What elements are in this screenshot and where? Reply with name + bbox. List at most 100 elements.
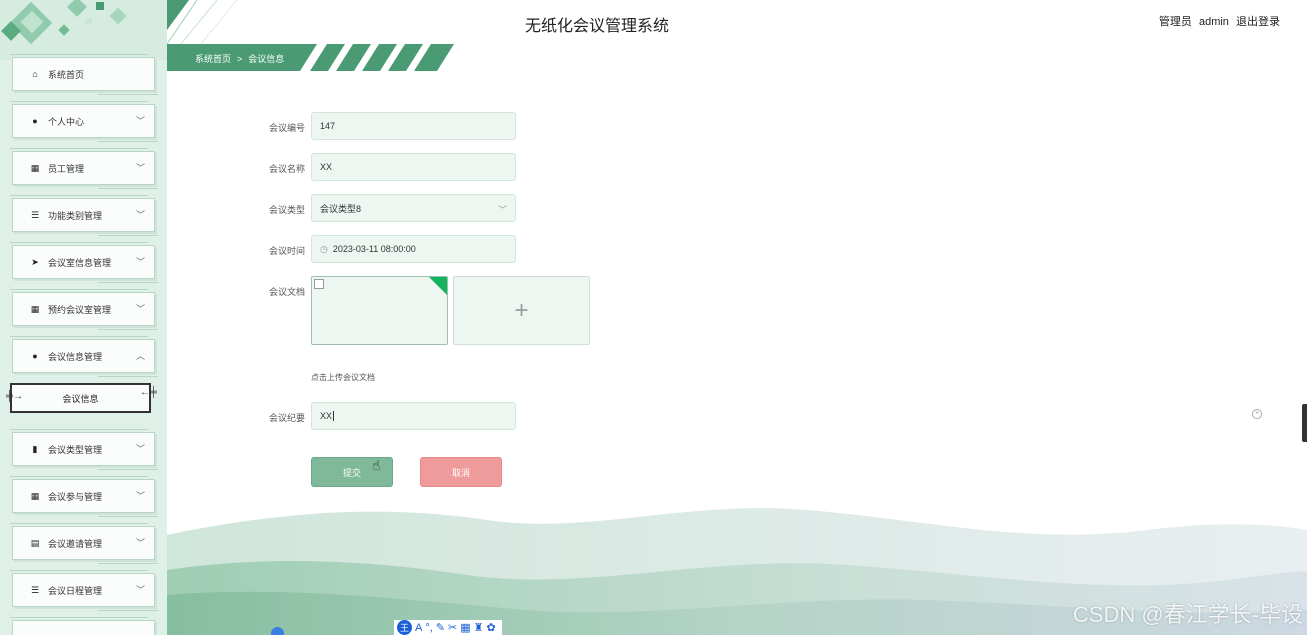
chevron-down-icon: ﹀	[135, 163, 145, 173]
floating-side-tab[interactable]	[1302, 404, 1307, 442]
upload-hint: 点击上传会议文档	[311, 373, 375, 382]
grid-icon: ▦	[30, 162, 40, 173]
meeting-summary-label: 会议纪要	[268, 413, 305, 423]
username: admin	[1198, 16, 1229, 28]
user-role: 管理员	[1158, 16, 1192, 28]
sidebar-item-label: 会议类型管理	[48, 444, 103, 455]
hand-cursor-icon: ☝	[372, 457, 381, 473]
chevron-down-icon: ﹀	[497, 205, 507, 215]
meeting-name-input[interactable]: XX	[311, 153, 516, 181]
chevron-up-icon: ︿	[135, 351, 145, 361]
meeting-type-select[interactable]: 会议类型8 ﹀	[311, 194, 516, 222]
sidebar-item-staff[interactable]: ▦ 员工管理 ﹀	[10, 148, 158, 189]
header: 无纸化会议管理系统 管理员 admin 退出登录	[167, 0, 1307, 44]
meeting-type-label: 会议类型	[268, 205, 305, 215]
broken-image-icon	[314, 279, 324, 289]
sidebar-item-room-booking[interactable]: ▦ 预约会议室管理 ﹀	[10, 289, 158, 330]
sidebar-decoration	[0, 0, 167, 60]
meeting-name-label: 会议名称	[268, 164, 305, 174]
meeting-time-picker[interactable]: ◷ 2023-03-11 08:00:00	[311, 235, 516, 263]
clock-icon: ◷	[320, 243, 328, 254]
send-icon: ➤	[31, 256, 39, 267]
user-icon: ●	[32, 351, 38, 361]
scissors-icon[interactable]: ✂	[448, 621, 457, 634]
ime-toolbar[interactable]: 王 A °, ✎ ✂ ▦ ♜ ✿	[394, 620, 502, 635]
cancel-button[interactable]: 取消	[420, 457, 502, 487]
sidebar-item-meeting-room-info[interactable]: ➤ 会议室信息管理 ﹀	[10, 242, 158, 283]
sidebar-item-personal-center[interactable]: ● 个人中心 ﹀	[10, 101, 158, 142]
sidebar-item-home[interactable]: ⌂ 系统首页	[10, 54, 158, 95]
breadcrumb: 系统首页 > 会议信息	[167, 44, 457, 71]
home-icon: ⌂	[32, 69, 38, 79]
sidebar-item-meeting-type[interactable]: ▮ 会议类型管理 ﹀	[10, 429, 158, 470]
sidebar-item-label: 会议参与管理	[48, 491, 103, 502]
sidebar-item-label: 预约会议室管理	[48, 304, 112, 315]
sidebar-item-label: 个人中心	[48, 116, 85, 127]
chevron-down-icon: ﹀	[135, 585, 145, 595]
meeting-no-label: 会议编号	[268, 123, 305, 133]
meeting-time-value: 2023-03-11 08:00:00	[332, 244, 416, 254]
meeting-summary-value: XX	[320, 411, 333, 421]
sidebar-subitem-meeting-info[interactable]: 会议信息	[6, 383, 157, 413]
punctuation-icon[interactable]: °,	[425, 622, 432, 634]
document-icon: ▤	[30, 537, 40, 548]
chevron-down-icon: ﹀	[135, 116, 145, 126]
user-area: 管理员 admin 退出登录	[1155, 13, 1280, 29]
chevron-down-icon: ﹀	[135, 210, 145, 220]
chevron-down-icon: ﹀	[135, 257, 145, 267]
grid-icon: ▦	[30, 490, 40, 501]
breadcrumb-separator: >	[237, 54, 243, 64]
sidebar-subitem-label: 会议信息	[62, 393, 99, 404]
sidebar-item-meeting-participation[interactable]: ▦ 会议参与管理 ﹀	[10, 476, 158, 517]
sidebar-item-meeting-invitation[interactable]: ▤ 会议邀请管理 ﹀	[10, 523, 158, 564]
list-icon: ☰	[30, 584, 40, 595]
sidebar-item-label: 员工管理	[48, 163, 85, 174]
ime-logo-icon[interactable]: 王	[397, 620, 412, 635]
chevron-down-icon: ﹀	[135, 444, 145, 454]
chevron-down-icon: ﹀	[135, 491, 145, 501]
shirt-icon[interactable]: ♜	[474, 621, 484, 634]
settings-icon[interactable]: ✿	[487, 621, 496, 634]
breadcrumb-current: 会议信息	[248, 54, 285, 64]
sidebar-item-meeting-schedule[interactable]: ☰ 会议日程管理 ﹀	[10, 570, 158, 611]
chevron-down-icon: ﹀	[135, 538, 145, 548]
sidebar-item-meeting-info[interactable]: ● 会议信息管理 ︿	[10, 336, 158, 377]
text-caret	[333, 411, 335, 421]
breadcrumb-text: 系统首页 > 会议信息	[195, 52, 284, 65]
meeting-time-label: 会议时间	[268, 246, 305, 256]
sidebar: ⌂ 系统首页 ● 个人中心 ﹀ ▦ 员工管理 ﹀ ☰ 功能类别管理 ﹀ ➤ 会议…	[0, 0, 167, 635]
success-corner-badge	[429, 277, 447, 295]
sidebar-item-label: 会议信息管理	[48, 351, 103, 362]
logout-link[interactable]: 退出登录	[1236, 16, 1280, 28]
meeting-name-value: XX	[320, 162, 333, 172]
clear-icon[interactable]: ×	[1252, 409, 1262, 419]
sidebar-item-label: 会议邀请管理	[48, 538, 103, 549]
submit-button[interactable]: 提交	[311, 457, 393, 487]
meeting-no-value: 147	[320, 121, 336, 131]
sidebar-item-function-category[interactable]: ☰ 功能类别管理 ﹀	[10, 195, 158, 236]
sidebar-item-label: 会议室信息管理	[48, 257, 112, 268]
user-icon: ●	[32, 116, 38, 126]
meeting-type-value: 会议类型8	[320, 203, 362, 214]
grid-icon: ▦	[30, 303, 40, 314]
pen-icon[interactable]: ✎	[436, 621, 445, 634]
sidebar-item-label: 功能类别管理	[48, 210, 103, 221]
watermark: CSDN @春江学长-毕设	[1072, 602, 1303, 627]
meeting-no-input[interactable]: 147	[311, 112, 516, 140]
sidebar-item-label: 会议日程管理	[48, 585, 103, 596]
sidebar-item-label: 系统首页	[48, 69, 85, 80]
upload-add-button[interactable]: +	[453, 276, 590, 345]
uploaded-doc-thumbnail[interactable]	[311, 276, 448, 345]
app-title: 无纸化会议管理系统	[524, 18, 669, 35]
font-icon[interactable]: A	[415, 622, 422, 634]
chevron-down-icon: ﹀	[135, 304, 145, 314]
meeting-summary-input[interactable]: XX	[311, 402, 516, 430]
floating-dot[interactable]	[271, 627, 284, 635]
meeting-doc-label: 会议文档	[268, 287, 305, 297]
keyboard-icon[interactable]: ▦	[460, 621, 470, 634]
list-icon: ☰	[30, 209, 40, 220]
bar-chart-icon: ▮	[32, 443, 38, 454]
breadcrumb-home[interactable]: 系统首页	[195, 54, 231, 64]
plus-icon: +	[514, 296, 529, 324]
sidebar-item-partial[interactable]: ●	[10, 617, 155, 635]
